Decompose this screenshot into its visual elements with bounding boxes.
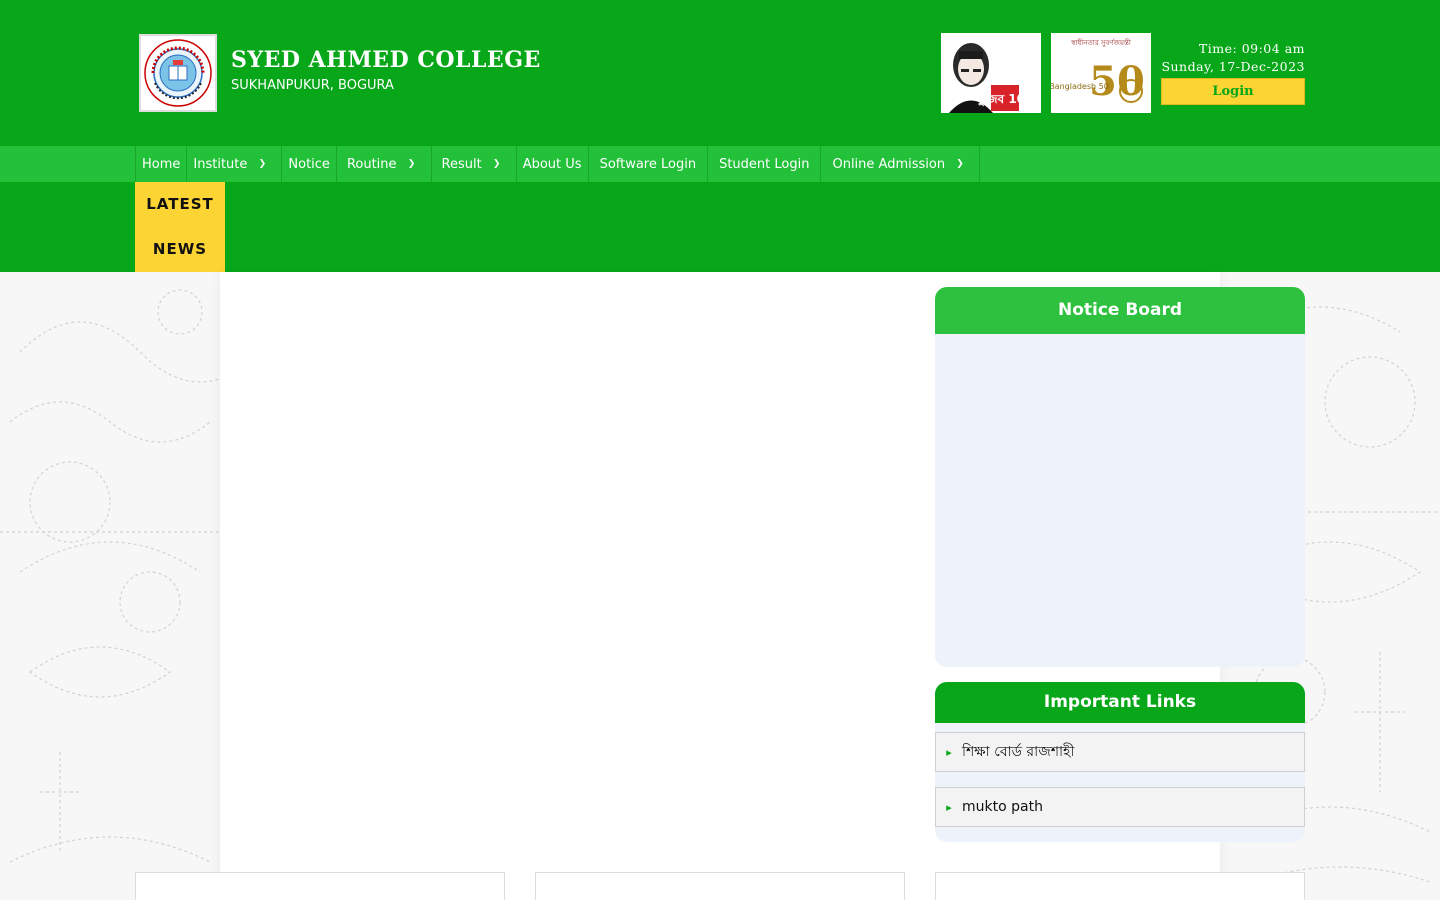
svg-text:স্বাধীনতার সুবর্ণজয়ন্তী: স্বাধীনতার সুবর্ণজয়ন্তী xyxy=(1070,38,1132,47)
date-time-display: Time: 09:04 am Sunday, 17-Dec-2023 xyxy=(1161,40,1305,76)
nav-item-institute[interactable]: Institute ❯ xyxy=(186,146,281,182)
bangladesh-50-banner[interactable]: স্বাধীনতার সুবর্ণজয়ন্তী 50 Bangladesh 5… xyxy=(1051,33,1151,113)
latest-news-label: LATEST NEWS xyxy=(135,182,225,272)
nav-label: Notice xyxy=(288,156,330,172)
nav-label: About Us xyxy=(522,156,582,172)
college-location: SUKHANPUKUR, BOGURA xyxy=(231,78,394,93)
college-seal-icon xyxy=(144,39,212,107)
main-nav: Home Institute ❯ Notice Routine ❯ Result ❯ … xyxy=(0,146,1440,182)
notice-board: Notice Board xyxy=(935,287,1305,667)
nav-item-home[interactable]: Home xyxy=(135,146,186,182)
nav-label: Student Login xyxy=(719,156,810,172)
link-item-mukto-path[interactable]: ▸ mukto path xyxy=(935,787,1305,827)
nav-label: Software Login xyxy=(599,156,697,172)
nav-item-online-admission[interactable]: Online Admission ❯ xyxy=(820,146,981,182)
nav-item-result[interactable]: Result ❯ xyxy=(430,146,516,182)
login-button[interactable]: Login xyxy=(1161,78,1305,105)
svg-text:Bangladesh 50: Bangladesh 50 xyxy=(1051,82,1109,91)
link-arrow-icon: ▸ xyxy=(946,800,952,814)
link-arrow-icon: ▸ xyxy=(946,745,952,759)
chevron-down-icon: ❯ xyxy=(956,159,964,169)
nav-item-notice[interactable]: Notice xyxy=(281,146,336,182)
latest-news-line2: NEWS xyxy=(152,240,208,258)
link-item-education-board[interactable]: ▸ শিক্ষা বোর্ড রাজশাহী xyxy=(935,732,1305,772)
chevron-down-icon: ❯ xyxy=(492,159,501,169)
bottom-card xyxy=(535,872,905,900)
nav-label: Online Admission xyxy=(832,156,946,172)
time-label: Time: 09:04 am xyxy=(1198,41,1305,56)
important-links-title: Important Links xyxy=(935,682,1305,723)
mujib-100-banner[interactable]: মুজিব 100 xyxy=(941,33,1041,113)
link-label: শিক্ষা বোর্ড রাজশাহী xyxy=(962,744,1075,760)
bangladesh-50-logo-icon: স্বাধীনতার সুবর্ণজয়ন্তী 50 Bangladesh 5… xyxy=(1051,33,1151,113)
link-label: mukto path xyxy=(962,799,1043,815)
bottom-card xyxy=(135,872,505,900)
nav-item-software-login[interactable]: Software Login xyxy=(587,146,708,182)
nav-label: Institute xyxy=(193,156,248,172)
site-header: SYED AHMED COLLEGE SUKHANPUKUR, BOGURA ম… xyxy=(0,0,1440,146)
date-label: Sunday, 17-Dec-2023 xyxy=(1161,59,1305,74)
mujib-portrait-icon: মুজিব 100 xyxy=(941,33,1041,113)
college-name[interactable]: SYED AHMED COLLEGE xyxy=(231,47,541,73)
nav-item-routine[interactable]: Routine ❯ xyxy=(335,146,431,182)
bottom-card xyxy=(935,872,1305,900)
important-links: Important Links ▸ শিক্ষা বোর্ড রাজশাহী ▸… xyxy=(935,682,1305,842)
svg-text:মুজিব 100: মুজিব 100 xyxy=(976,91,1034,108)
notice-board-title: Notice Board xyxy=(935,287,1305,334)
nav-label: Home xyxy=(142,156,181,172)
chevron-down-icon: ❯ xyxy=(407,159,416,169)
chevron-down-icon: ❯ xyxy=(258,159,267,169)
nav-label: Routine xyxy=(346,156,397,172)
nav-label: Result xyxy=(441,156,482,172)
latest-news-line1: LATEST xyxy=(146,195,214,213)
college-logo[interactable] xyxy=(139,34,217,112)
news-ticker-bar: LATEST NEWS xyxy=(0,182,1440,272)
nav-item-student-login[interactable]: Student Login xyxy=(707,146,820,182)
nav-item-about-us[interactable]: About Us xyxy=(515,146,588,182)
